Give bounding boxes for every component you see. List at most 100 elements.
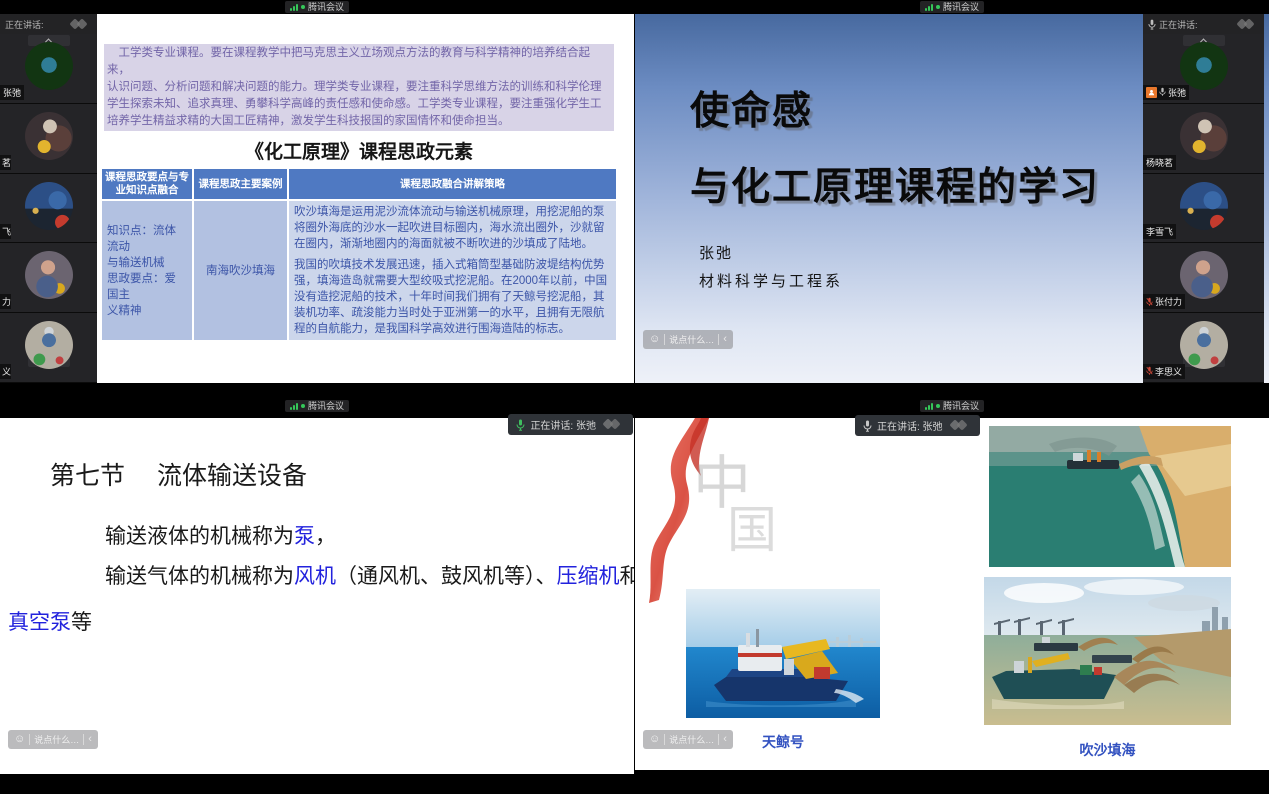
mic-muted-icon — [1146, 297, 1153, 307]
avatar — [1180, 321, 1228, 369]
chat-quick-bar[interactable]: ☺ 说点什么… ‹ — [643, 730, 733, 749]
participant-tile[interactable]: 义 — [0, 313, 97, 383]
app-badge: 腾讯会议 — [920, 400, 984, 412]
avatar — [1180, 42, 1228, 90]
chat-placeholder[interactable]: 说点什么… — [34, 733, 79, 746]
term-fan: 风机 — [294, 565, 336, 588]
slide-paragraph: 工学类专业课程。要在课程教学中把马克思主义立场观点方法的教育与科学精神的培养结合… — [104, 44, 614, 131]
meeting-logo-icon — [1235, 19, 1259, 30]
participant-name: 李雪飞 — [1146, 225, 1173, 238]
app-badge: 腾讯会议 — [285, 400, 349, 412]
participant-name: 义 — [2, 365, 11, 378]
app-badge-label: 腾讯会议 — [943, 2, 979, 12]
participant-tile[interactable]: 张付力 — [1143, 243, 1264, 313]
dredging-aerial-photo — [989, 426, 1231, 567]
slide-title: 《化工原理》课程思政元素 — [104, 137, 614, 164]
meeting-screenshot-bottom-right: 腾讯会议 中 国 — [635, 394, 1269, 794]
table-header-knowledge: 课程思政要点与专业知识点融合 — [101, 168, 193, 200]
shared-slide-dredging-photos: 中 国 — [635, 418, 1269, 770]
avatar — [25, 321, 73, 369]
section-heading: 第七节 流体输送设备 — [50, 456, 307, 492]
mic-icon — [863, 420, 872, 432]
watermark-char: 国 — [727, 490, 777, 562]
green-dot-icon — [301, 404, 305, 408]
participant-tile[interactable]: 李思义 — [1143, 313, 1264, 383]
green-dot-icon — [301, 5, 305, 9]
participant-tile[interactable]: 力 — [0, 243, 97, 313]
ideology-table: 课程思政要点与专业知识点融合 课程思政主要案例 课程思政融合讲解策略 知识点：流… — [100, 167, 618, 342]
speaking-header: 正在讲话: — [1143, 14, 1264, 34]
term-pump: 泵 — [294, 525, 315, 548]
emoji-icon[interactable]: ☺ — [649, 734, 660, 745]
emoji-icon[interactable]: ☺ — [649, 334, 660, 345]
meeting-screenshot-top-left: 腾讯会议 正在讲话: 张弛 茗 飞 力 — [0, 0, 634, 394]
cell-case: 南海吹沙填海 — [193, 200, 288, 341]
meeting-screenshot-bottom-left: 腾讯会议 第七节 流体输送设备 输送液体的机械称为泵， 输送气体的机械称为风机（… — [0, 394, 634, 794]
cell-strategy: 吹沙填海是运用泥沙流体流动与输送机械原理，用挖泥船的泵将圈外海底的沙水一起吹进目… — [288, 200, 617, 341]
mic-icon — [1159, 87, 1166, 97]
app-badge: 腾讯会议 — [285, 1, 349, 13]
sand-filling-photo — [984, 577, 1231, 725]
chat-quick-bar[interactable]: ☺ 说点什么… ‹ — [8, 730, 98, 749]
status-bar: 腾讯会议 — [635, 0, 1269, 14]
participant-tile[interactable]: 李雪飞 — [1143, 174, 1264, 244]
avatar — [25, 251, 73, 299]
participant-name: 飞 — [2, 225, 11, 238]
participant-tile[interactable]: 茗 — [0, 104, 97, 174]
shared-slide-ideology-table: 工学类专业课程。要在课程教学中把马克思主义立场观点方法的教育与科学精神的培养结合… — [97, 14, 634, 383]
slide-title-line2: 与化工原理课程的学习 — [690, 156, 1100, 212]
meeting-logo-icon — [948, 420, 972, 431]
participant-name: 茗 — [2, 156, 11, 169]
app-badge: 腾讯会议 — [920, 1, 984, 13]
photo-caption-dredging: 吹沙填海 — [984, 740, 1231, 760]
term-vacuum-pump: 真空泵 — [8, 611, 71, 634]
collapse-chevron-icon[interactable]: ‹ — [723, 334, 727, 345]
chat-quick-bar[interactable]: ☺ 说点什么… ‹ — [643, 330, 733, 349]
participant-tile[interactable]: 杨晓茗 — [1143, 104, 1264, 174]
presenter-badge-icon — [1146, 87, 1157, 98]
body-line-3: 真空泵等 — [8, 606, 92, 636]
term-compressor: 压缩机 — [557, 565, 620, 588]
participant-tile[interactable]: 张弛 — [0, 34, 97, 104]
cell-knowledge: 知识点：流体流动 与输送机械 思政要点：爱国主 义精神 — [101, 200, 193, 341]
participant-name: 张付力 — [1155, 295, 1182, 308]
participant-name: 力 — [2, 295, 11, 308]
collapse-chevron-icon[interactable]: ‹ — [723, 734, 727, 745]
app-badge-label: 腾讯会议 — [943, 401, 979, 411]
signal-icon — [925, 403, 933, 410]
participant-name: 张弛 — [3, 86, 21, 99]
shared-slide-fluid-transport: 第七节 流体输送设备 输送液体的机械称为泵， 输送气体的机械称为风机（通风机、鼓… — [0, 418, 634, 774]
avatar — [1180, 112, 1228, 160]
speaking-now-label: 正在讲话: 张弛 — [530, 417, 596, 432]
participant-tile[interactable]: 飞 — [0, 174, 97, 244]
tianjinghao-ship-photo — [686, 589, 880, 718]
mic-icon — [516, 419, 525, 431]
chat-placeholder[interactable]: 说点什么… — [669, 333, 714, 346]
speaking-label: 正在讲话: — [5, 18, 44, 31]
signal-icon — [290, 403, 298, 410]
collapse-chevron-icon[interactable]: ‹ — [88, 734, 92, 745]
avatar — [25, 112, 73, 160]
green-dot-icon — [936, 5, 940, 9]
app-badge-label: 腾讯会议 — [308, 401, 344, 411]
chat-placeholder[interactable]: 说点什么… — [669, 733, 714, 746]
participant-tile[interactable]: 张弛 — [1143, 34, 1264, 104]
status-bar: 腾讯会议 — [0, 0, 634, 14]
presenter-name: 张弛 — [699, 242, 733, 263]
participants-sidebar: 正在讲话: 张弛 杨晓茗 李雪飞 — [1143, 14, 1264, 383]
mic-muted-icon — [1146, 366, 1153, 376]
avatar — [25, 42, 73, 90]
mic-icon — [1148, 19, 1156, 30]
avatar — [25, 182, 73, 230]
strategy-paragraph-1: 吹沙填海是运用泥沙流体流动与输送机械原理，用挖泥船的泵将圈外海底的沙水一起吹进目… — [294, 204, 611, 252]
green-dot-icon — [936, 404, 940, 408]
emoji-icon[interactable]: ☺ — [14, 734, 25, 745]
strategy-paragraph-2: 我国的吹填技术发展迅速，插入式箱筒型基础防波堤结构优势强，填海造岛就需要大型绞吸… — [294, 257, 611, 337]
meeting-logo-icon — [601, 419, 625, 430]
speaking-label: 正在讲话: — [1159, 18, 1198, 31]
speaking-now-pill: 正在讲话: 张弛 — [855, 415, 980, 436]
speaking-header: 正在讲话: — [0, 14, 97, 34]
meeting-screenshot-top-right: 腾讯会议 使命感 与化工原理课程的学习 张弛 材料科学与工程系 ☺ 说点什么… … — [635, 0, 1269, 394]
participant-name: 张弛 — [1168, 86, 1186, 99]
participant-name: 杨晓茗 — [1146, 156, 1173, 169]
